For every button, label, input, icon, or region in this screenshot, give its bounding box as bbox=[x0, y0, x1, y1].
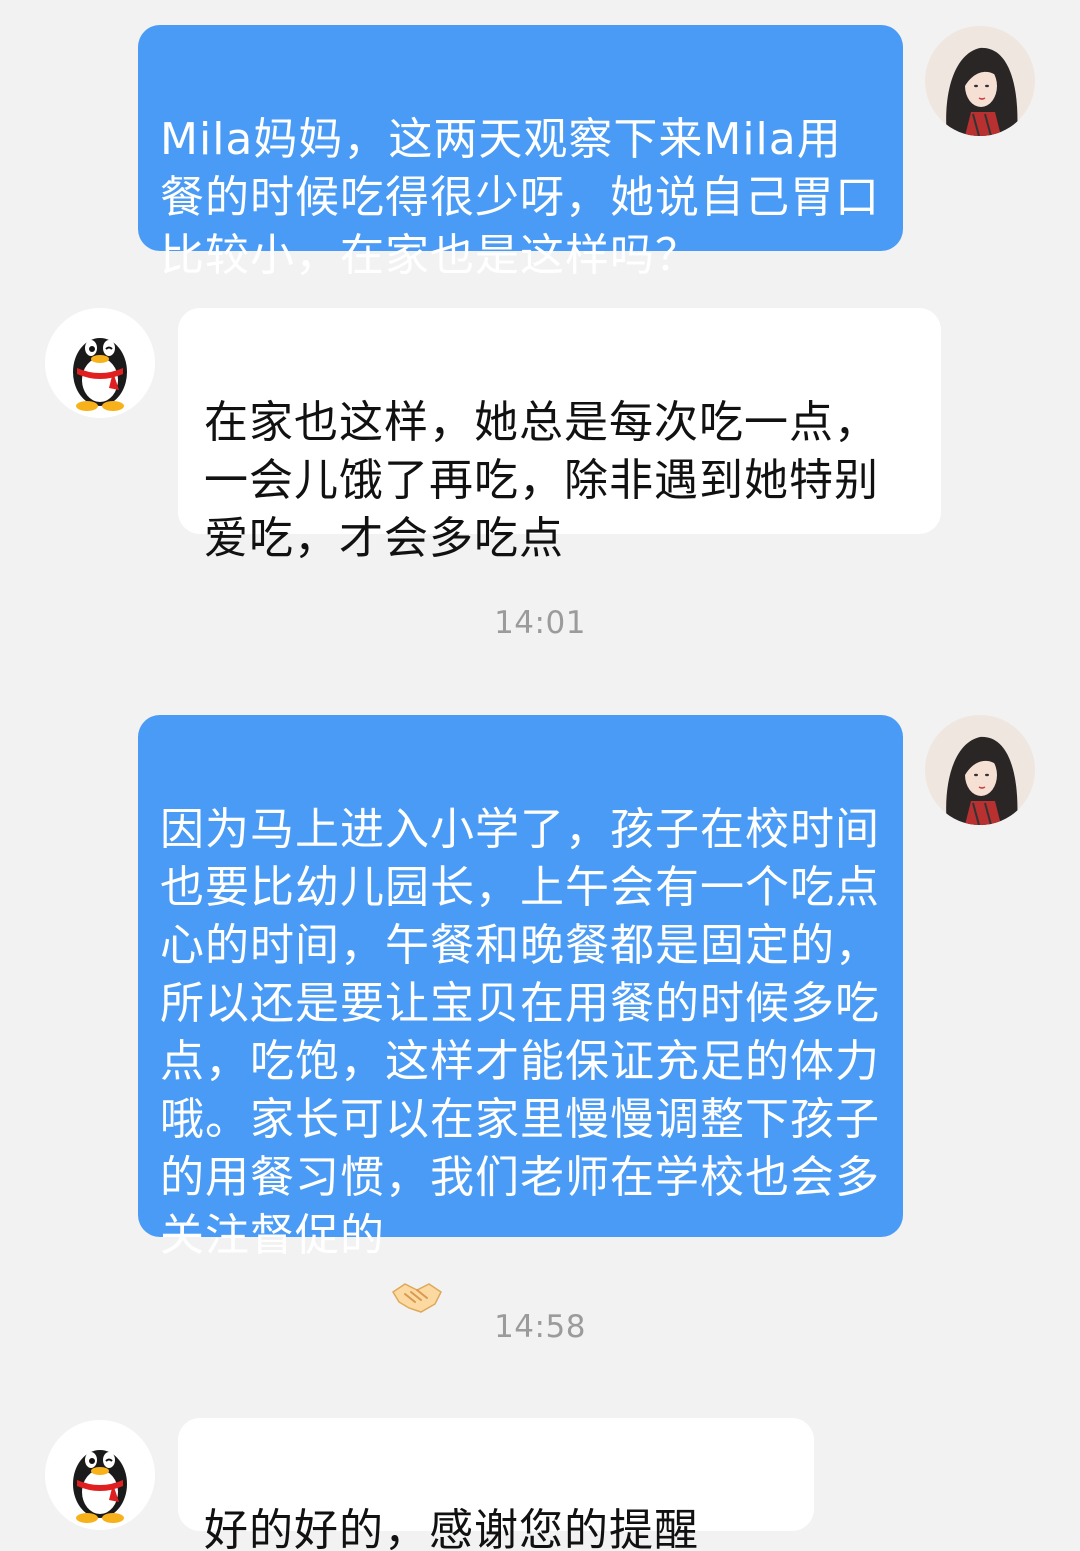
message-text: 在家也这样，她总是每次吃一点，一会儿饿了再吃，除非遇到她特别爱吃，才会多吃点 bbox=[204, 397, 879, 564]
teacher-avatar[interactable] bbox=[925, 715, 1035, 825]
message-text: 因为马上进入小学了，孩子在校时间也要比幼儿园长，上午会有一个吃点心的时间，午餐和… bbox=[160, 804, 880, 1261]
message-bubble-incoming[interactable]: 好的好的，感谢您的提醒 bbox=[178, 1418, 814, 1551]
message-bubble-incoming[interactable]: 在家也这样，她总是每次吃一点，一会儿饿了再吃，除非遇到她特别爱吃，才会多吃点 bbox=[178, 308, 941, 564]
rose-emoji bbox=[703, 1505, 759, 1551]
message-bubble-outgoing[interactable]: Mila妈妈，这两天观察下来Mila用餐的时候吃得很少呀，她说自己胃口比较小，在… bbox=[138, 25, 903, 281]
parent-avatar[interactable] bbox=[45, 308, 155, 418]
timestamp: 14:58 bbox=[494, 1309, 586, 1345]
message-bubble-outgoing[interactable]: 因为马上进入小学了，孩子在校时间也要比幼儿园长，上午会有一个吃点心的时间，午餐和… bbox=[138, 715, 903, 1313]
timestamp: 14:01 bbox=[494, 605, 586, 641]
message-text: 好的好的，感谢您的提醒 bbox=[204, 1505, 699, 1551]
parent-avatar[interactable] bbox=[45, 1420, 155, 1530]
message-text: Mila妈妈，这两天观察下来Mila用餐的时候吃得很少呀，她说自己胃口比较小，在… bbox=[160, 114, 880, 281]
chat-view: Mila妈妈，这两天观察下来Mila用餐的时候吃得很少呀，她说自己胃口比较小，在… bbox=[0, 0, 1080, 1551]
handshake-emoji bbox=[389, 1210, 445, 1313]
teacher-avatar[interactable] bbox=[925, 26, 1035, 136]
